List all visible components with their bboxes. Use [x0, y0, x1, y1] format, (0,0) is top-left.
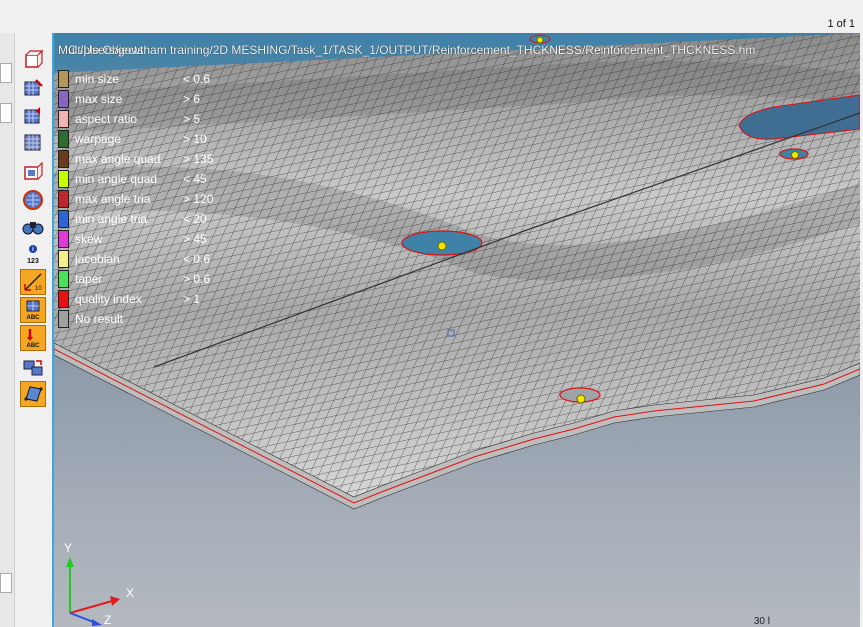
legend-threshold: > 120 — [183, 192, 214, 206]
legend-label: max angle tria — [75, 192, 151, 206]
scale-readout: 30 l — [753, 616, 770, 627]
legend-row: aspect ratio > 5 — [58, 109, 238, 129]
visualization-toolbar: i 123 10 ABC ABC — [17, 33, 49, 627]
legend-threshold: < 20 — [183, 212, 207, 226]
legend-label: taper — [75, 272, 103, 286]
top-bar: 1 of 1 — [0, 0, 863, 33]
tool-mesh-box-icon[interactable] — [20, 129, 46, 155]
legend-row: jacobian < 0.6 — [58, 249, 238, 269]
legend-threshold: > 0.6 — [183, 272, 211, 286]
legend-row: min angle quad < 45 — [58, 169, 238, 189]
left-panel-field[interactable] — [0, 573, 12, 593]
legend-label: quality index — [75, 292, 142, 306]
legend-row: taper > 0.6 — [58, 269, 238, 289]
legend-row: skew > 45 — [58, 229, 238, 249]
left-panel-edge — [0, 33, 15, 627]
legend-row: No result — [58, 309, 238, 329]
legend-threshold: < 0.6 — [183, 252, 211, 266]
legend-label: jacobian — [75, 252, 120, 266]
legend-label: min angle quad — [75, 172, 158, 186]
legend-swatch — [58, 170, 69, 188]
quality-legend: min size < 0.6 max size > 6 aspect ratio > 5 w… — [58, 69, 238, 329]
triad-x-label: X — [126, 586, 135, 600]
legend-threshold: > 5 — [183, 112, 201, 126]
triad-z-label: Z — [104, 613, 112, 627]
legend-row: min angle tria < 20 — [58, 209, 238, 229]
graphics-viewport[interactable]: Multiple Objects ...C:/Users/gowtham tra… — [52, 33, 860, 627]
legend-threshold: > 6 — [183, 92, 201, 106]
page-indicator: 1 of 1 — [827, 18, 855, 30]
legend-label: max size — [75, 92, 123, 106]
triad-y-label: Y — [64, 541, 73, 555]
legend-swatch — [58, 270, 69, 288]
legend-threshold: > 1 — [183, 292, 201, 306]
legend-swatch — [58, 70, 69, 88]
info-123-icon[interactable]: i 123 — [20, 241, 46, 267]
legend-label: min size — [75, 72, 120, 86]
legend-swatch — [58, 150, 69, 168]
legend-swatch — [58, 250, 69, 268]
legend-label: warpage — [75, 132, 122, 146]
svg-text:ABC: ABC — [27, 315, 41, 321]
abc-arrow-icon[interactable]: ABC — [20, 325, 46, 351]
surface-icon[interactable] — [20, 381, 46, 407]
legend-threshold: < 45 — [183, 172, 207, 186]
legend-swatch — [58, 190, 69, 208]
legend-threshold: < 0.6 — [183, 72, 211, 86]
legend-label: No result — [75, 312, 124, 326]
legend-label: skew — [75, 232, 103, 246]
abc-label-icon[interactable]: ABC — [20, 297, 46, 323]
tool-3d-box-icon[interactable] — [20, 47, 46, 73]
svg-text:ABC: ABC — [27, 343, 41, 349]
binoculars-icon[interactable] — [20, 213, 46, 239]
legend-swatch — [58, 130, 69, 148]
legend-threshold: > 10 — [183, 132, 207, 146]
legend-label: max angle quad — [75, 152, 161, 166]
legend-row: max angle tria > 120 — [58, 189, 238, 209]
legend-threshold: > 45 — [183, 232, 207, 246]
svg-text:123: 123 — [27, 258, 39, 265]
swap-icon[interactable] — [20, 355, 46, 381]
legend-swatch — [58, 230, 69, 248]
left-panel-field[interactable] — [0, 103, 12, 123]
legend-row: min size < 0.6 — [58, 69, 238, 89]
legend-swatch — [58, 210, 69, 228]
axis-triad: Y X Z — [60, 533, 150, 627]
legend-row: max size > 6 — [58, 89, 238, 109]
legend-swatch — [58, 90, 69, 108]
svg-text:10: 10 — [35, 286, 42, 292]
legend-label: aspect ratio — [75, 112, 138, 126]
legend-row: warpage > 10 — [58, 129, 238, 149]
tool-circle-mesh-icon[interactable] — [20, 187, 46, 213]
legend-swatch — [58, 110, 69, 128]
file-path-label: ...C:/Users/gowtham training/2D MESHING/… — [58, 43, 756, 57]
legend-label: min angle tria — [75, 212, 148, 226]
legend-swatch — [58, 290, 69, 308]
legend-row: max angle quad > 135 — [58, 149, 238, 169]
left-panel-field[interactable] — [0, 63, 12, 83]
tool-grid-arrow-icon[interactable] — [20, 103, 46, 129]
tool-element-box-icon[interactable] — [20, 159, 46, 185]
tool-grid-box-icon[interactable] — [20, 75, 46, 101]
legend-row: quality index > 1 — [58, 289, 238, 309]
model-file-path: Multiple Objects ...C:/Users/gowtham tra… — [58, 43, 755, 57]
measure-icon[interactable]: 10 — [20, 269, 46, 295]
legend-threshold: > 135 — [183, 152, 214, 166]
legend-swatch — [58, 310, 69, 328]
